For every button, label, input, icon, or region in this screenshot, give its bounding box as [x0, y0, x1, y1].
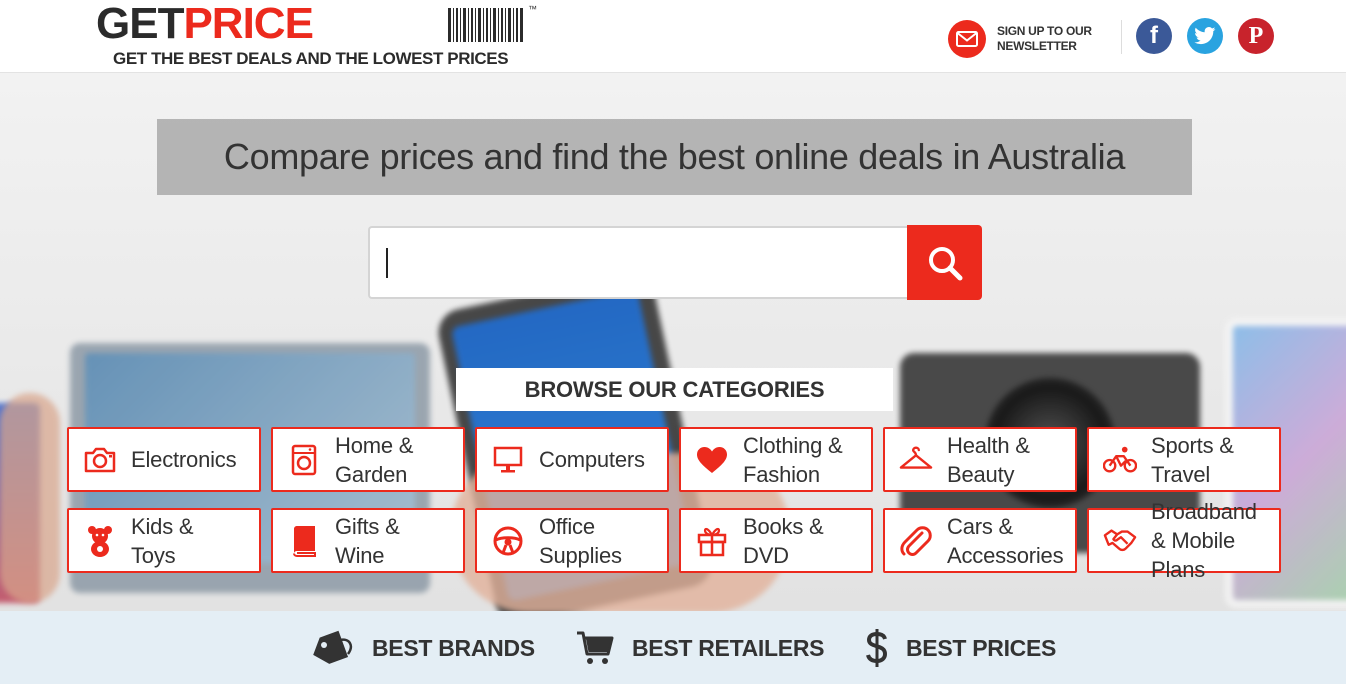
- category-label: Broadband & Mobile Plans: [1151, 499, 1257, 582]
- category-clothing-fashion[interactable]: Clothing & Fashion: [679, 427, 873, 492]
- dollar-icon: [866, 629, 888, 667]
- search-input[interactable]: [370, 228, 908, 297]
- category-label: Office Supplies: [539, 513, 622, 568]
- category-label: Electronics: [131, 447, 237, 472]
- feature-best-retailers[interactable]: BEST RETAILERS: [576, 630, 824, 666]
- camera-icon: [83, 443, 117, 477]
- facebook-glyph: f: [1150, 22, 1158, 49]
- category-label: Home & Garden: [335, 432, 414, 487]
- paperclip-icon: [899, 524, 933, 558]
- book-icon: [287, 524, 321, 558]
- hanger-icon: [899, 443, 933, 477]
- search-field[interactable]: [368, 226, 908, 299]
- background-hand-left: [0, 393, 60, 603]
- logo-price: PRICE: [183, 0, 313, 48]
- search-icon: [928, 246, 962, 280]
- heart-icon: [695, 443, 729, 477]
- category-broadband-mobile-plans[interactable]: Broadband & Mobile Plans: [1087, 499, 1281, 582]
- category-kids-toys[interactable]: Kids & Toys: [67, 508, 261, 573]
- feature-best-brands[interactable]: BEST BRANDS: [310, 630, 535, 666]
- handshake-icon: [1103, 524, 1137, 558]
- category-label: Gifts & Wine: [335, 513, 400, 568]
- logo-tagline: GET THE BEST DEALS AND THE LOWEST PRICES: [113, 49, 509, 68]
- category-label: Sports & Travel: [1151, 432, 1234, 487]
- facebook-icon[interactable]: f: [1136, 18, 1172, 54]
- newsletter-line-1: SIGN UP TO OUR: [997, 24, 1092, 38]
- feature-label: BEST RETAILERS: [632, 634, 825, 661]
- hero-title: Compare prices and find the best online …: [157, 119, 1192, 195]
- pinterest-glyph: P: [1248, 22, 1264, 49]
- newsletter-label: SIGN UP TO OUR NEWSLETTER: [997, 24, 1112, 54]
- trademark-symbol: ™: [528, 4, 537, 14]
- category-health-beauty[interactable]: Health & Beauty: [883, 427, 1077, 492]
- category-label: Clothing & Fashion: [743, 432, 843, 487]
- category-label: Health & Beauty: [947, 432, 1030, 487]
- features-strip: BEST BRANDS BEST RETAILERS BEST PRICES: [0, 611, 1346, 684]
- newsletter-signup-link[interactable]: SIGN UP TO OUR NEWSLETTER: [948, 20, 1112, 58]
- category-label: Computers: [539, 447, 645, 472]
- hero-section: Compare prices and find the best online …: [0, 73, 1346, 611]
- category-label: Cars & Accessories: [947, 513, 1064, 568]
- monitor-icon: [491, 443, 525, 477]
- pinterest-icon[interactable]: P: [1238, 18, 1274, 54]
- category-books-dvd[interactable]: Books & DVD: [679, 508, 873, 573]
- logo-get: GET: [96, 0, 184, 48]
- teddy-bear-icon: [83, 524, 117, 558]
- category-sports-travel[interactable]: Sports & Travel: [1087, 427, 1281, 492]
- category-electronics[interactable]: Electronics: [67, 427, 261, 492]
- site-logo[interactable]: GETPRICE ™ GET THE BEST DEALS AND THE LO…: [96, 2, 566, 70]
- text-cursor: [386, 248, 388, 278]
- category-home-garden[interactable]: Home & Garden: [271, 427, 465, 492]
- feature-best-prices[interactable]: BEST PRICES: [866, 629, 1057, 667]
- bicycle-icon: [1103, 443, 1137, 477]
- cart-icon: [577, 631, 614, 664]
- category-gifts-wine[interactable]: Gifts & Wine: [271, 508, 465, 573]
- category-label: Books & DVD: [743, 513, 824, 568]
- barcode-icon: [448, 8, 523, 42]
- browse-categories-heading: BROWSE OUR CATEGORIES: [456, 368, 893, 411]
- twitter-icon[interactable]: [1187, 18, 1223, 54]
- feature-label: BEST BRANDS: [372, 634, 535, 661]
- header-divider: [1121, 20, 1122, 54]
- feature-label: BEST PRICES: [906, 634, 1057, 661]
- steering-wheel-icon: [491, 524, 525, 558]
- logo-wordmark: GETPRICE: [96, 2, 314, 46]
- category-cars-accessories[interactable]: Cars & Accessories: [883, 508, 1077, 573]
- tag-icon: [313, 630, 352, 664]
- category-computers[interactable]: Computers: [475, 427, 669, 492]
- category-office-supplies[interactable]: Office Supplies: [475, 508, 669, 573]
- newsletter-line-2: NEWSLETTER: [997, 39, 1077, 53]
- washing-machine-icon: [287, 443, 321, 477]
- gift-icon: [695, 524, 729, 558]
- site-header: GETPRICE ™ GET THE BEST DEALS AND THE LO…: [0, 0, 1346, 73]
- search-button[interactable]: [907, 225, 982, 300]
- envelope-icon: [948, 20, 986, 58]
- category-label: Kids & Toys: [131, 513, 194, 568]
